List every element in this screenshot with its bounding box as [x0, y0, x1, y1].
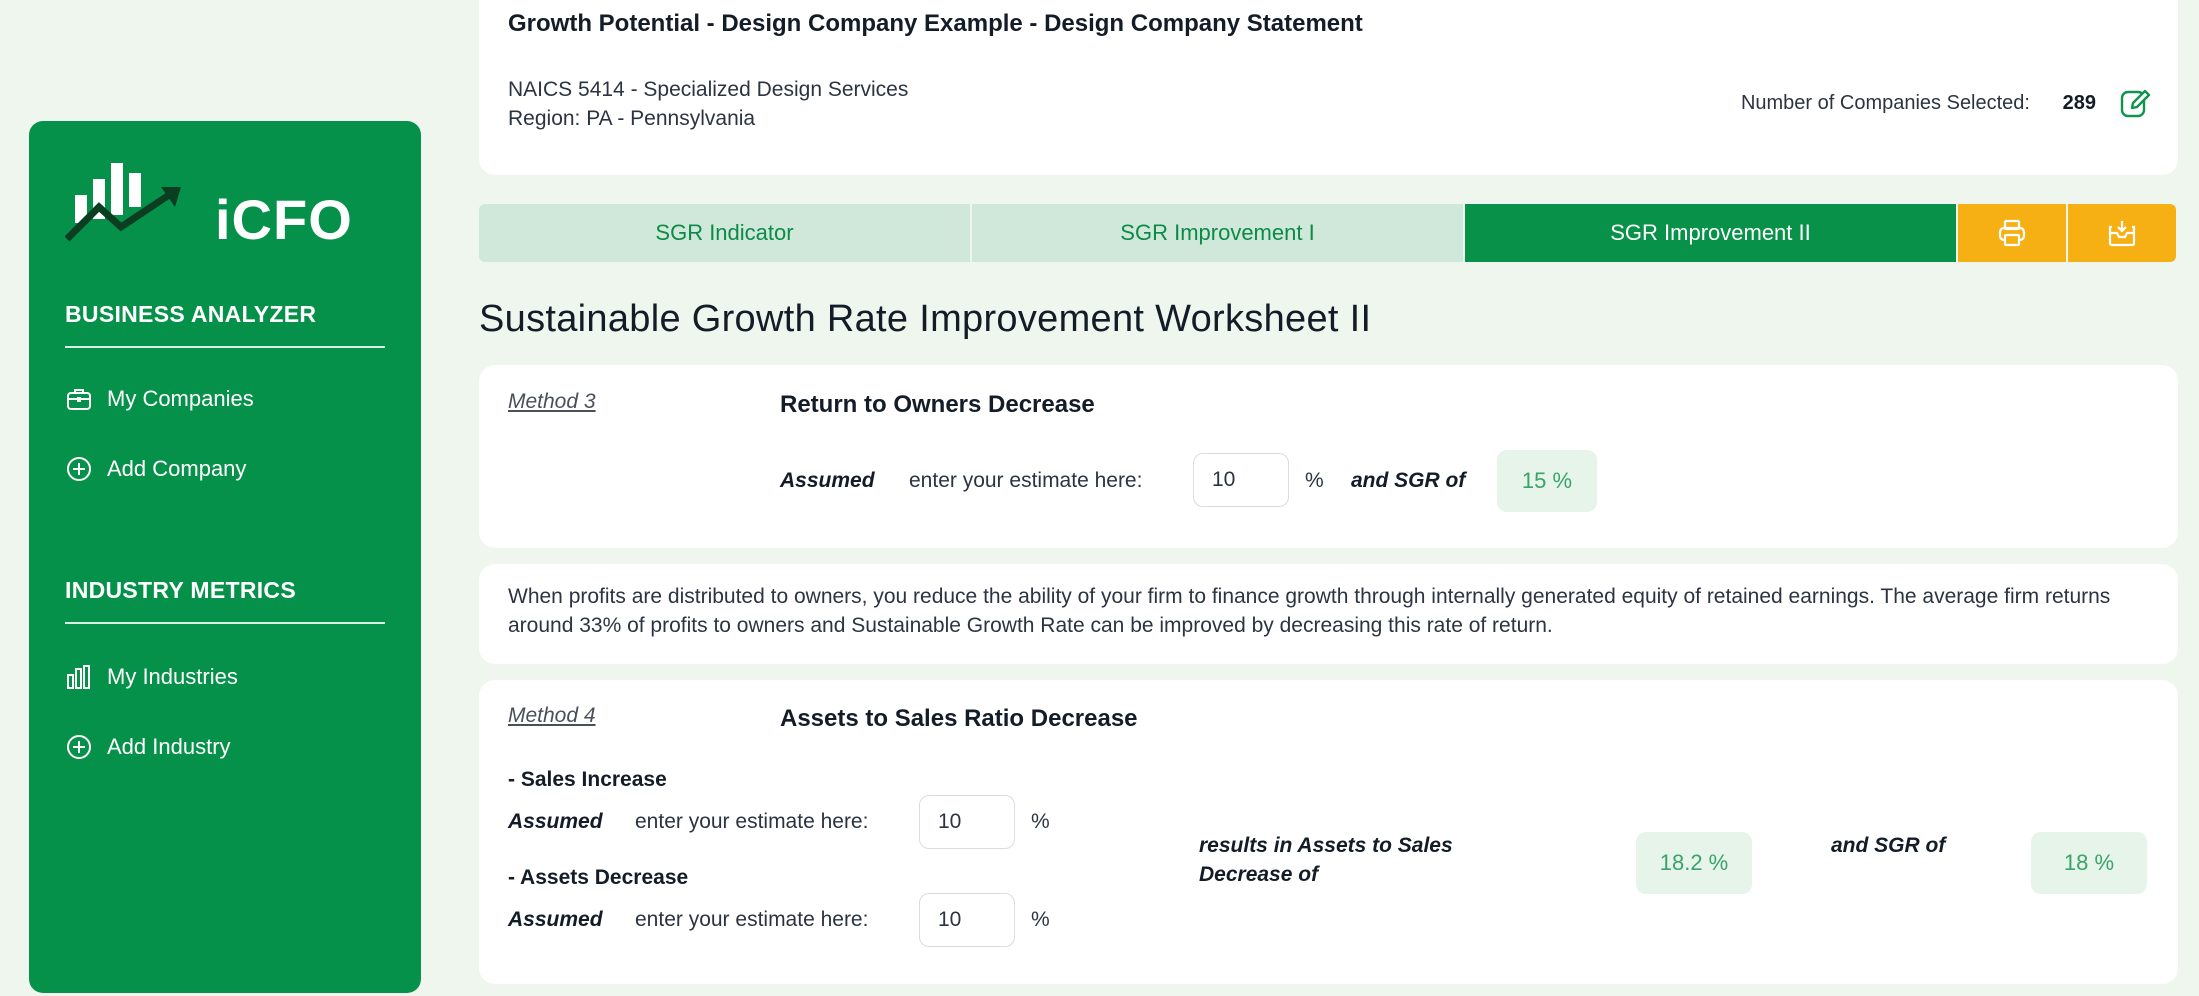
worksheet-title: Sustainable Growth Rate Improvement Work…	[479, 298, 1372, 340]
assets-percent-sign: %	[1031, 908, 1050, 931]
method-3-sgr-result: 15 %	[1497, 450, 1597, 512]
industry-metrics-heading: INDUSTRY METRICS	[65, 577, 385, 624]
method-4-title: Assets to Sales Ratio Decrease	[780, 705, 1138, 732]
briefcase-icon	[67, 389, 91, 410]
method-3-enter-label: enter your estimate here:	[909, 469, 1143, 492]
method-4-sgr-result: 18 %	[2031, 832, 2147, 894]
method-3-and-sgr-label: and SGR of	[1351, 469, 1466, 492]
print-button[interactable]	[1958, 204, 2066, 262]
sales-percent-sign: %	[1031, 810, 1050, 833]
return-to-owners-input[interactable]: 10	[1193, 453, 1289, 507]
nav-my-industries-label: My Industries	[107, 664, 238, 689]
method-3-card: Method 3 Return to Owners Decrease Assum…	[479, 365, 2178, 548]
download-icon	[2108, 221, 2136, 247]
tab-sgr-improvement-2[interactable]: SGR Improvement II	[1465, 204, 1956, 262]
plus-circle-icon	[67, 457, 91, 481]
plus-circle-icon	[67, 735, 91, 759]
tab-sgr-indicator[interactable]: SGR Indicator	[479, 204, 970, 262]
download-button[interactable]	[2068, 204, 2176, 262]
assets-decrease-heading: - Assets Decrease	[508, 866, 689, 889]
nav-my-companies[interactable]: My Companies	[65, 381, 254, 417]
logo[interactable]: iCFO	[65, 143, 352, 251]
logo-mark-icon	[65, 163, 181, 242]
method-3-label: Method 3	[508, 390, 596, 413]
business-analyzer-heading: BUSINESS ANALYZER	[65, 301, 385, 348]
sales-increase-heading: - Sales Increase	[508, 768, 667, 791]
results-label-line-2: Decrease of	[1199, 863, 1319, 886]
companies-count-label: Number of Companies Selected:	[1740, 92, 2030, 114]
print-icon	[1998, 219, 2026, 247]
results-label-line-1: results in Assets to Sales	[1199, 834, 1453, 857]
tab-sgr-improvement-1[interactable]: SGR Improvement I	[972, 204, 1463, 262]
nav-add-company[interactable]: Add Company	[65, 451, 246, 487]
region-line: Region: PA - Pennsylvania	[508, 107, 756, 130]
method-3-percent-sign: %	[1305, 469, 1324, 492]
tab-bar: SGR Indicator SGR Improvement I SGR Impr…	[479, 204, 2178, 262]
sales-enter-label: enter your estimate here:	[635, 810, 869, 833]
nav-add-industry[interactable]: Add Industry	[65, 729, 231, 765]
assets-enter-label: enter your estimate here:	[635, 908, 869, 931]
companies-count-value: 289	[2062, 92, 2096, 114]
method-3-assumed: Assumed	[780, 469, 875, 492]
nav-add-industry-label: Add Industry	[107, 734, 231, 759]
assets-decrease-input[interactable]: 10	[919, 893, 1015, 947]
page-title: Growth Potential - Design Company Exampl…	[508, 10, 1363, 37]
bar-chart-icon	[67, 665, 90, 689]
sales-assumed: Assumed	[508, 810, 603, 833]
nav-my-industries[interactable]: My Industries	[65, 659, 238, 695]
assets-assumed: Assumed	[508, 908, 603, 931]
method-4-and-sgr-label: and SGR of	[1831, 834, 1946, 857]
method-3-description: When profits are distributed to owners, …	[508, 585, 2111, 637]
method-3-title: Return to Owners Decrease	[780, 391, 1095, 418]
naics-line: NAICS 5414 - Specialized Design Services	[508, 78, 909, 101]
sales-increase-input[interactable]: 10	[919, 795, 1015, 849]
sidebar: iCFO BUSINESS ANALYZER My Companies Add …	[29, 121, 421, 993]
assets-to-sales-result: 18.2 %	[1636, 832, 1752, 894]
method-4-card: Method 4 Assets to Sales Ratio Decrease …	[479, 680, 2178, 984]
logo-text: iCFO	[215, 188, 353, 251]
method-4-label: Method 4	[508, 704, 596, 727]
nav-add-company-label: Add Company	[107, 456, 247, 481]
header-card: Growth Potential - Design Company Exampl…	[479, 0, 2178, 175]
nav-my-companies-label: My Companies	[107, 386, 254, 411]
description-card: When profits are distributed to owners, …	[479, 564, 2178, 664]
edit-icon[interactable]	[2118, 86, 2152, 120]
